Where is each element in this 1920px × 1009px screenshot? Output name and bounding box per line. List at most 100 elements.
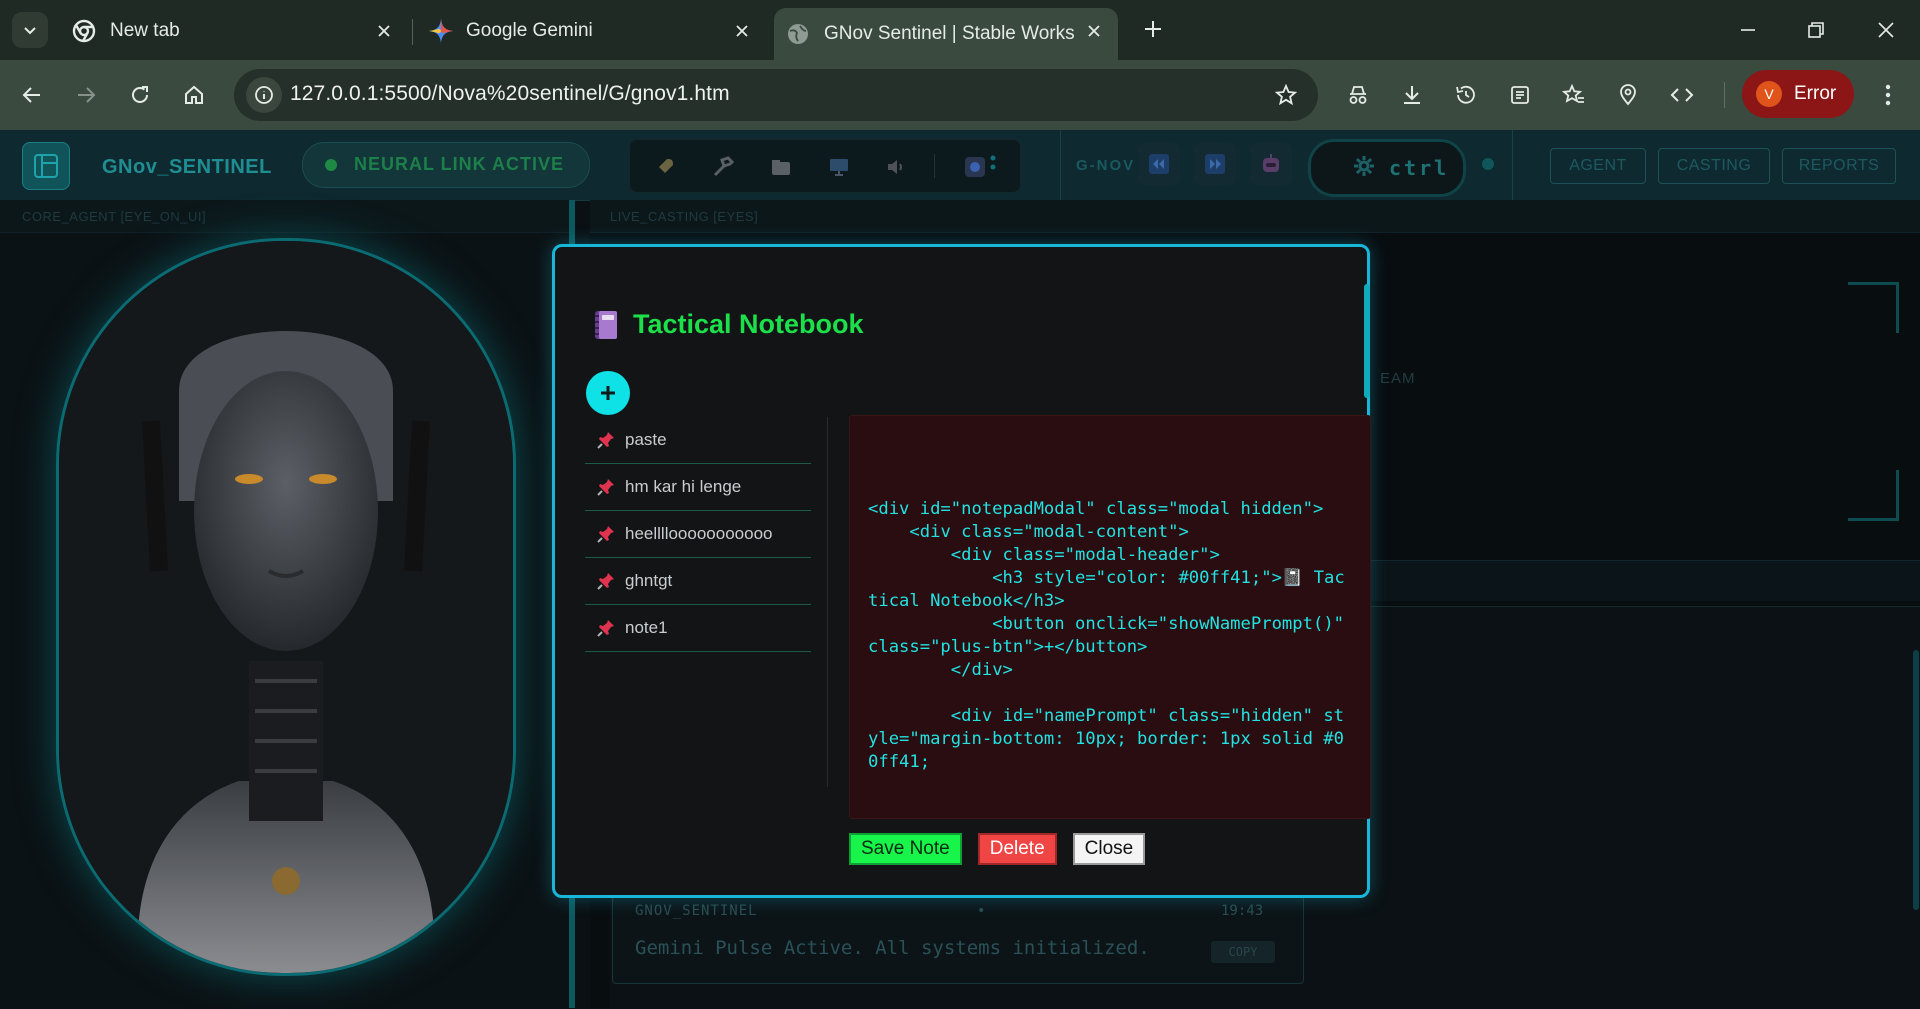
- delete-button[interactable]: Delete: [977, 833, 1057, 865]
- reload-icon: [132, 86, 148, 103]
- tab-gnov-sentinel[interactable]: GNov Sentinel | Stable Workspa: [774, 8, 1118, 60]
- kebab-menu-icon[interactable]: [988, 154, 998, 180]
- fast-forward-button[interactable]: [1194, 143, 1236, 185]
- reading-list-button[interactable]: [1502, 77, 1538, 113]
- tools-separator: [934, 154, 935, 178]
- add-note-button[interactable]: [586, 371, 630, 415]
- note-editor[interactable]: <div id="notepadModal" class="modal hidd…: [849, 415, 1371, 819]
- rewind-button[interactable]: [1138, 143, 1180, 185]
- gnov-label: G-NOV: [1076, 157, 1136, 174]
- new-tab-button[interactable]: [1138, 14, 1168, 44]
- reload-button[interactable]: [122, 77, 158, 113]
- minimize-button[interactable]: [1726, 12, 1770, 48]
- gemini-sparkle-icon: [428, 18, 454, 44]
- gear-icon: [1354, 156, 1374, 176]
- tab-google-gemini[interactable]: Google Gemini: [416, 8, 766, 54]
- arrow-right-icon: [78, 87, 96, 103]
- close-window-button[interactable]: [1864, 12, 1908, 48]
- editor-scrollbar[interactable]: [1364, 284, 1370, 398]
- url-text[interactable]: 127.0.0.1:5500/Nova%20sentinel/G/gnov1.h…: [290, 82, 730, 106]
- modal-title: Tactical Notebook: [633, 309, 864, 339]
- copy-button[interactable]: COPY: [1211, 941, 1275, 963]
- list-item[interactable]: hm kar hi lenge: [585, 464, 811, 511]
- history-button[interactable]: [1448, 77, 1484, 113]
- profile-button[interactable]: V Error: [1742, 70, 1854, 118]
- rocket-icon[interactable]: [652, 154, 678, 180]
- star-icon: [1275, 84, 1297, 106]
- note-label: hm kar hi lenge: [625, 477, 742, 496]
- frame-corner: [1848, 470, 1899, 521]
- nav-reports-button[interactable]: REPORTS: [1782, 148, 1896, 184]
- home-button[interactable]: [176, 77, 212, 113]
- robot-portrait-illustration: [59, 241, 513, 973]
- tab-search-button[interactable]: [12, 12, 48, 48]
- speaker-icon[interactable]: [884, 154, 910, 180]
- minimize-icon: [1741, 29, 1755, 31]
- ctrl-toggle[interactable]: ctrl: [1308, 139, 1466, 197]
- chat-scrollbar[interactable]: [1913, 650, 1919, 910]
- close-icon[interactable]: [1084, 21, 1104, 41]
- restore-button[interactable]: [1794, 12, 1838, 48]
- devtools-button[interactable]: [1664, 77, 1700, 113]
- close-button[interactable]: Close: [1072, 833, 1146, 865]
- hammer-icon[interactable]: [710, 154, 736, 180]
- monitor-icon[interactable]: [826, 154, 852, 180]
- bookmarks-button[interactable]: [1556, 77, 1592, 113]
- frame-corner: [1848, 282, 1899, 333]
- home-icon: [185, 85, 203, 104]
- bookmark-button[interactable]: [1268, 77, 1304, 113]
- list-divider: [827, 417, 828, 787]
- close-icon: [1878, 22, 1894, 38]
- panel-header: LIVE_CASTING [EYES]: [590, 200, 1920, 233]
- tools-bar: [629, 139, 1021, 193]
- list-item[interactable]: heellllooooooooooo: [585, 511, 811, 558]
- header-separator: [1060, 130, 1061, 200]
- note-editor-content[interactable]: <div id="notepadModal" class="modal hidd…: [868, 498, 1348, 774]
- browser-menu-button[interactable]: [1870, 77, 1906, 113]
- kebab-menu-icon: [1885, 84, 1891, 106]
- tab-separator: [412, 19, 413, 45]
- neural-link-status: NEURAL LINK ACTIVE: [302, 142, 590, 188]
- ctrl-status-dot: [1482, 158, 1494, 170]
- note-list: paste hm kar hi lenge heellllooooooooooo…: [585, 417, 811, 652]
- status-dot: [325, 159, 337, 171]
- save-note-button[interactable]: Save Note: [849, 833, 962, 865]
- close-icon[interactable]: [374, 21, 394, 41]
- back-button[interactable]: [14, 77, 50, 113]
- list-item[interactable]: ghntgt: [585, 558, 811, 605]
- site-info-button[interactable]: [246, 77, 282, 113]
- incognito-button[interactable]: [1340, 77, 1376, 113]
- chrome-icon: [72, 19, 96, 43]
- nav-casting-button[interactable]: CASTING: [1658, 148, 1770, 184]
- chevron-down-icon: [24, 27, 36, 35]
- plus-icon: [601, 386, 615, 400]
- history-icon: [1456, 85, 1475, 104]
- app-logo: [22, 142, 70, 190]
- panel-header: CORE_AGENT [EYE_ON_UI]: [0, 200, 575, 233]
- modal-actions: Save Note Delete Close: [849, 833, 1146, 865]
- stream-status-text: EAM: [1380, 370, 1416, 387]
- nav-agent-button[interactable]: AGENT: [1550, 148, 1646, 184]
- list-item[interactable]: paste: [585, 417, 811, 464]
- address-bar[interactable]: 127.0.0.1:5500/Nova%20sentinel/G/gnov1.h…: [234, 69, 1318, 121]
- forward-button[interactable]: [68, 77, 104, 113]
- chat-message: GNOV_SENTINEL • 19:43 Gemini Pulse Activ…: [612, 892, 1304, 984]
- location-button[interactable]: [1610, 77, 1646, 113]
- downloads-button[interactable]: [1394, 77, 1430, 113]
- tab-new-tab[interactable]: New tab: [58, 8, 408, 54]
- fast-forward-icon: [1205, 154, 1225, 174]
- incognito-icon: [1349, 86, 1367, 104]
- pushpin-icon: [597, 619, 615, 637]
- ctrl-label: ctrl: [1389, 156, 1450, 180]
- reading-list-icon: [1511, 86, 1529, 104]
- download-icon: [1404, 86, 1420, 104]
- list-item[interactable]: note1: [585, 605, 811, 652]
- restore-icon: [1808, 22, 1824, 38]
- close-icon[interactable]: [732, 21, 752, 41]
- folder-icon[interactable]: [768, 154, 794, 180]
- globe-icon: [786, 22, 810, 46]
- notepad-modal: Tactical Notebook paste hm kar hi lenge …: [552, 244, 1371, 898]
- profile-status: Error: [1794, 83, 1837, 104]
- robot-button[interactable]: [1250, 143, 1292, 185]
- record-icon[interactable]: [962, 154, 988, 180]
